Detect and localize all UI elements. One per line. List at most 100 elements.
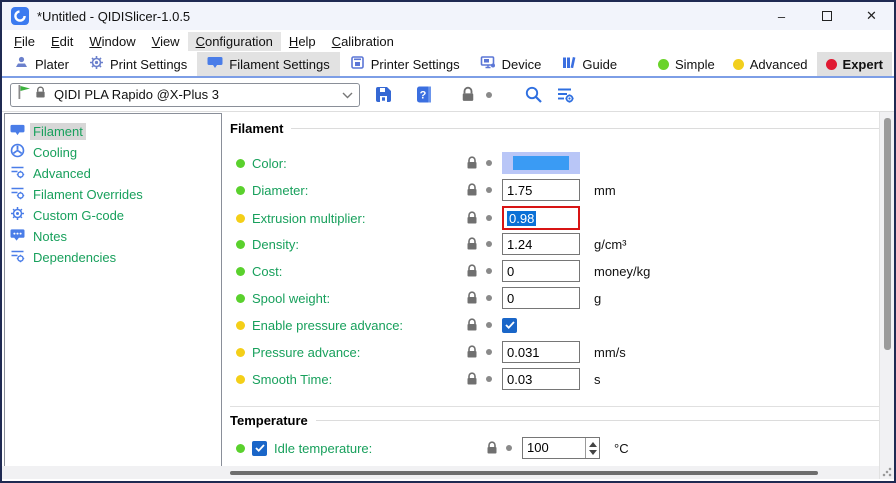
mode-advanced[interactable]: Advanced bbox=[724, 52, 817, 76]
sidebar-item-custom-gcode[interactable]: Custom G-code bbox=[5, 205, 221, 225]
field-label: Diameter: bbox=[252, 183, 308, 198]
lock-icon[interactable] bbox=[466, 291, 486, 305]
tab-guide[interactable]: Guide bbox=[551, 52, 627, 76]
revert-dot-icon bbox=[486, 322, 492, 328]
field-label: Extrusion multiplier: bbox=[252, 211, 365, 226]
unit-label: g bbox=[594, 291, 879, 306]
unit-label: money/kg bbox=[594, 264, 879, 279]
close-button[interactable]: ✕ bbox=[849, 2, 894, 30]
value-state-dot-icon bbox=[236, 214, 245, 223]
lock-icon[interactable] bbox=[466, 345, 486, 359]
horizontal-scrollbar-thumb[interactable] bbox=[230, 471, 818, 475]
value-state-dot-icon bbox=[236, 186, 245, 195]
print-settings-gear-icon bbox=[89, 55, 104, 73]
menu-view[interactable]: View bbox=[144, 32, 188, 51]
sidebar-item-notes[interactable]: Notes bbox=[5, 226, 221, 246]
diameter-input[interactable] bbox=[502, 179, 580, 201]
menu-window[interactable]: Window bbox=[81, 32, 143, 51]
tab-plater[interactable]: Plater bbox=[4, 52, 79, 76]
tab-label: Guide bbox=[582, 57, 617, 72]
unit-label: mm bbox=[594, 183, 879, 198]
lock-icon[interactable] bbox=[466, 183, 486, 197]
resize-grip[interactable] bbox=[882, 467, 892, 477]
idle-temperature-checkbox[interactable] bbox=[252, 441, 267, 456]
tab-label: Printer Settings bbox=[371, 57, 460, 72]
chevron-down-icon bbox=[342, 86, 353, 104]
lock-icon[interactable] bbox=[466, 372, 486, 386]
menu-help[interactable]: Help bbox=[281, 32, 324, 51]
enable-pressure-advance-checkbox[interactable] bbox=[502, 318, 517, 333]
preset-lock-icon bbox=[35, 86, 46, 104]
lock-icon[interactable] bbox=[486, 441, 506, 455]
row-pressure-advance: Pressure advance: mm/s bbox=[230, 341, 879, 363]
field-label: Enable pressure advance: bbox=[252, 318, 403, 333]
idle-temperature-input[interactable]: 100 bbox=[522, 437, 600, 459]
maximize-button[interactable] bbox=[804, 2, 849, 30]
lock-icon[interactable] bbox=[466, 237, 486, 251]
sidebar-item-dependencies[interactable]: Dependencies bbox=[5, 247, 221, 267]
menu-file[interactable]: File bbox=[6, 32, 43, 51]
sidebar-item-filament-overrides[interactable]: Filament Overrides bbox=[5, 184, 221, 204]
sliders-gear-icon bbox=[10, 248, 25, 266]
save-preset-button[interactable] bbox=[374, 85, 393, 104]
row-cost: Cost: money/kg bbox=[230, 260, 879, 282]
sidebar-item-cooling[interactable]: Cooling bbox=[5, 142, 221, 162]
color-swatch-button[interactable] bbox=[502, 152, 580, 174]
menu-configuration[interactable]: Configuration bbox=[188, 32, 281, 51]
tab-label: Filament Settings bbox=[229, 57, 329, 72]
unit-label: g/cm³ bbox=[594, 237, 879, 252]
pressure-advance-input[interactable] bbox=[502, 341, 580, 363]
row-spool-weight: Spool weight: g bbox=[230, 287, 879, 309]
app-logo-icon bbox=[11, 7, 29, 25]
sidebar-item-label: Custom G-code bbox=[30, 207, 127, 224]
row-diameter: Diameter: mm bbox=[230, 179, 879, 201]
row-extrusion-multiplier: Extrusion multiplier: 0.98 bbox=[230, 206, 879, 228]
title-bar: *Untitled - QIDISlicer-1.0.5 – ✕ bbox=[2, 2, 894, 30]
lock-icon[interactable] bbox=[466, 156, 486, 170]
field-label: Smooth Time: bbox=[252, 372, 332, 387]
vertical-scrollbar[interactable] bbox=[879, 112, 894, 479]
search-button[interactable] bbox=[524, 85, 543, 104]
horizontal-scrollbar[interactable] bbox=[2, 466, 879, 479]
tab-filament-settings[interactable]: Filament Settings bbox=[197, 52, 339, 76]
density-input[interactable] bbox=[502, 233, 580, 255]
vertical-scrollbar-thumb[interactable] bbox=[884, 118, 891, 350]
value-state-dot-icon bbox=[236, 348, 245, 357]
help-button[interactable]: ? bbox=[415, 85, 433, 104]
menu-calibration[interactable]: Calibration bbox=[324, 32, 402, 51]
revert-dot-icon bbox=[486, 160, 492, 166]
lock-icon[interactable] bbox=[466, 211, 486, 225]
tab-printer-settings[interactable]: Printer Settings bbox=[340, 52, 470, 76]
preset-combobox[interactable]: QIDI PLA Rapido @X-Plus 3 bbox=[10, 83, 360, 107]
sidebar-item-advanced[interactable]: Advanced bbox=[5, 163, 221, 183]
revert-dot-icon bbox=[486, 92, 492, 98]
lock-preset-button[interactable] bbox=[461, 86, 475, 103]
flag-icon bbox=[17, 84, 31, 105]
smooth-time-input[interactable] bbox=[502, 368, 580, 390]
unit-label: mm/s bbox=[594, 345, 879, 360]
advanced-mode-dot-icon bbox=[733, 59, 744, 70]
mode-selector: Simple Advanced Expert bbox=[649, 52, 892, 76]
field-label: Cost: bbox=[252, 264, 282, 279]
settings-sidebar: Filament Cooling Advanced Filament Overr… bbox=[4, 113, 222, 467]
tab-print-settings[interactable]: Print Settings bbox=[79, 52, 197, 76]
mode-label: Expert bbox=[843, 57, 883, 72]
extrusion-multiplier-input[interactable]: 0.98 bbox=[502, 206, 580, 230]
filament-bubble-icon bbox=[10, 123, 25, 140]
spinner-control[interactable] bbox=[585, 438, 599, 458]
spool-weight-input[interactable] bbox=[502, 287, 580, 309]
minimize-button[interactable]: – bbox=[759, 2, 804, 30]
tab-device[interactable]: Device bbox=[470, 52, 552, 76]
plater-icon bbox=[14, 55, 29, 73]
lock-icon[interactable] bbox=[466, 318, 486, 332]
lock-icon[interactable] bbox=[466, 264, 486, 278]
cost-input[interactable] bbox=[502, 260, 580, 282]
sidebar-item-filament[interactable]: Filament bbox=[5, 121, 221, 141]
menu-edit[interactable]: Edit bbox=[43, 32, 81, 51]
spin-up-icon[interactable] bbox=[589, 442, 597, 447]
tab-label: Print Settings bbox=[110, 57, 187, 72]
mode-simple[interactable]: Simple bbox=[649, 52, 724, 76]
compare-settings-button[interactable] bbox=[556, 86, 575, 103]
mode-expert[interactable]: Expert bbox=[817, 52, 892, 76]
spin-down-icon[interactable] bbox=[589, 450, 597, 455]
